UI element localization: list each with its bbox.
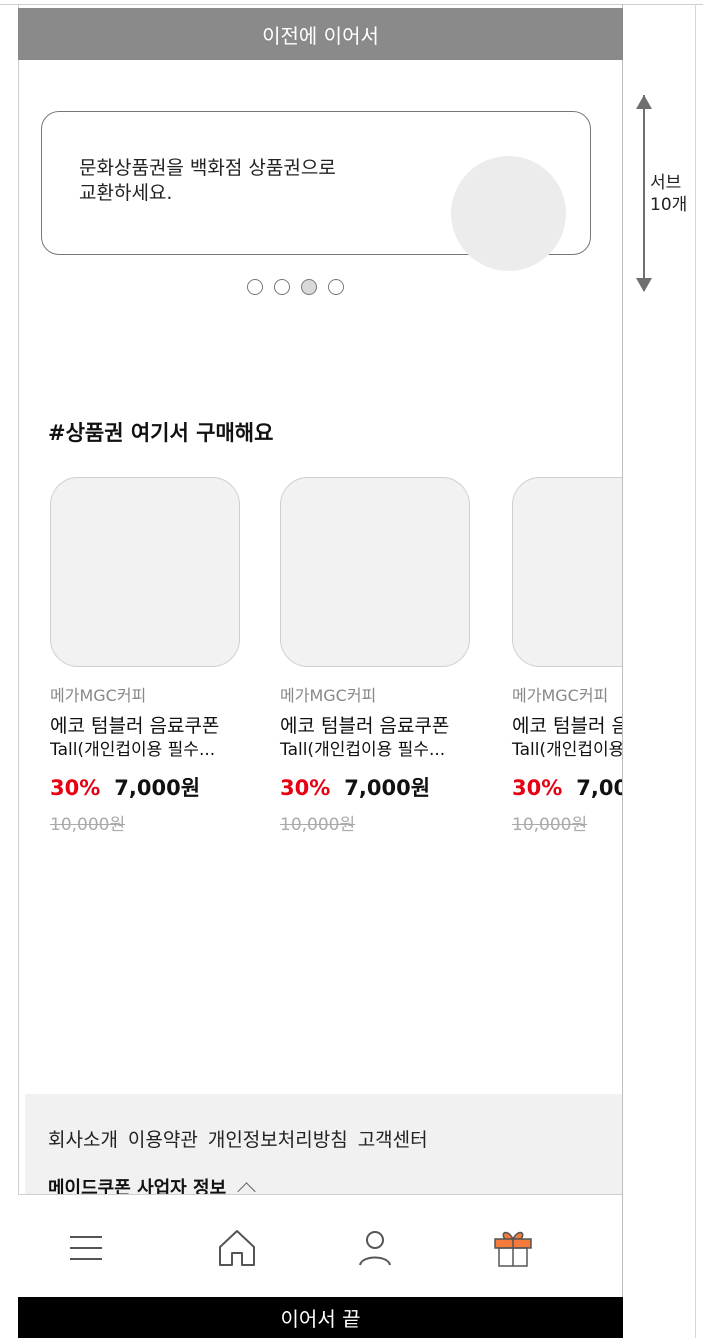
sale-price: 7,000원 (114, 776, 201, 800)
menu-icon[interactable] (63, 1225, 109, 1271)
original-price: 10,000원 (50, 815, 126, 835)
user-icon[interactable] (352, 1225, 398, 1271)
annotation-arrow-down-icon (636, 278, 652, 292)
product-name: 에코 텀블러 음료쿠폰 (280, 715, 450, 737)
home-icon[interactable] (214, 1225, 260, 1271)
discount-rate: 30% (512, 776, 563, 800)
product-thumbnail[interactable] (280, 477, 470, 667)
footer-link-company[interactable]: 회사소개 (48, 1125, 118, 1152)
price-row: 30% 7,000원 (512, 772, 622, 802)
footer-info: 회사소개 이용약관 개인정보처리방침 고객센터 메이드쿠폰 사업자 정보 (25, 1094, 622, 1201)
frame-outer-right (695, 4, 696, 1338)
discount-rate: 30% (50, 776, 101, 800)
frame-right-line (622, 4, 623, 1338)
product-card[interactable]: 메가MGC커피 에코 텀블러 음료쿠폰 Tall(개인컵이용 필수... 30%… (50, 477, 270, 835)
bottom-banner: 이어서 끝 (18, 1297, 623, 1338)
original-price: 10,000원 (280, 815, 356, 835)
product-name: 에코 텀블러 음료쿠폰 (512, 715, 622, 737)
original-price: 10,000원 (512, 815, 588, 835)
product-brand: 메가MGC커피 (280, 686, 377, 705)
footer-link-terms[interactable]: 이용약관 (128, 1125, 198, 1152)
product-thumbnail[interactable] (50, 477, 240, 667)
product-brand: 메가MGC커피 (50, 686, 147, 705)
sale-price: 7,000원 (344, 776, 431, 800)
gift-icon[interactable] (490, 1225, 536, 1271)
price-row: 30% 7,000원 (280, 772, 500, 802)
footer-link-privacy[interactable]: 개인정보처리방침 (208, 1125, 348, 1152)
product-brand: 메가MGC커피 (512, 686, 609, 705)
product-name: 에코 텀블러 음료쿠폰 (50, 715, 220, 737)
footer-link-support[interactable]: 고객센터 (358, 1125, 428, 1152)
product-option: Tall(개인컵이용 필수... (280, 740, 446, 760)
product-option: Tall(개인컵이용 필수... (512, 740, 622, 760)
annotation-arrow-line (643, 95, 645, 291)
price-row: 30% 7,000원 (50, 772, 270, 802)
product-thumbnail[interactable] (512, 477, 622, 667)
sale-price: 7,000원 (576, 776, 622, 800)
footer-links: 회사소개 이용약관 개인정보처리방침 고객센터 (48, 1125, 428, 1152)
annotation-arrow-up-icon (636, 95, 652, 109)
product-card[interactable]: 메가MGC커피 에코 텀블러 음료쿠폰 Tall(개인컵이용 필수... 30%… (512, 477, 622, 835)
bottom-navigation (18, 1194, 622, 1299)
annotation-note: 서브 10개 (650, 173, 688, 215)
product-card[interactable]: 메가MGC커피 에코 텀블러 음료쿠폰 Tall(개인컵이용 필수... 30%… (280, 477, 500, 835)
product-option: Tall(개인컵이용 필수... (50, 740, 216, 760)
discount-rate: 30% (280, 776, 331, 800)
